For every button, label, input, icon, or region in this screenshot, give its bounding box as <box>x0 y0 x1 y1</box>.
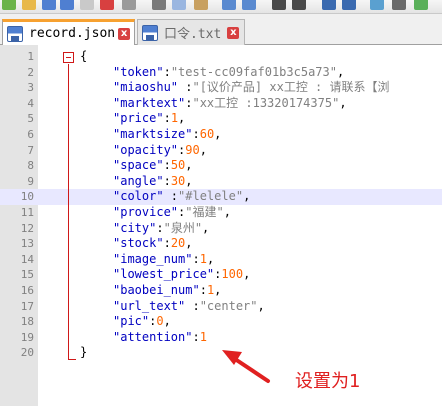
annotation-text: 设置为1 <box>295 371 361 392</box>
annotation-arrow-icon <box>222 350 270 383</box>
